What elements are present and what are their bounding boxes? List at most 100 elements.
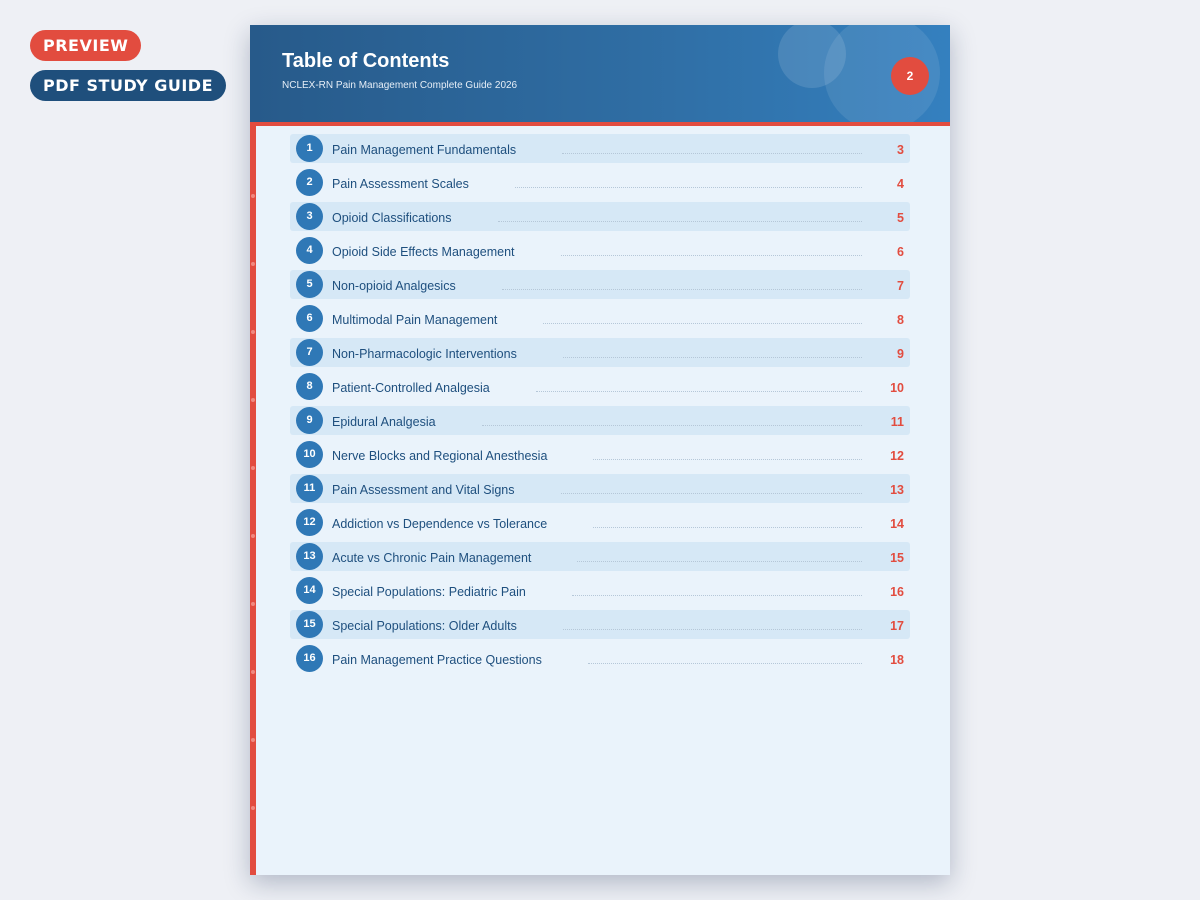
- toc-entry[interactable]: 9 Epidural Analgesia 11: [290, 406, 910, 435]
- toc-dot-leader: [482, 425, 862, 426]
- rail-dot: [251, 602, 255, 606]
- toc-entry-number: 2: [296, 169, 323, 196]
- toc-dot-leader: [502, 289, 862, 290]
- toc-entry[interactable]: 2 Pain Assessment Scales 4: [290, 168, 910, 197]
- preview-badge: PREVIEW: [30, 30, 142, 61]
- page-subtitle: NCLEX-RN Pain Management Complete Guide …: [282, 80, 518, 91]
- rail-dot: [251, 398, 255, 402]
- toc-dot-leader: [543, 323, 862, 324]
- toc-entry-page: 18: [890, 653, 904, 667]
- toc-entry[interactable]: 16 Pain Management Practice Questions 18: [290, 644, 910, 673]
- toc-entry-page: 5: [897, 211, 904, 225]
- toc-entry[interactable]: 8 Patient-Controlled Analgesia 10: [290, 372, 910, 401]
- toc-dot-leader: [593, 527, 862, 528]
- toc-entry-title: Pain Assessment Scales: [332, 177, 469, 191]
- toc-entry-page: 7: [897, 279, 904, 293]
- toc-entry[interactable]: 1 Pain Management Fundamentals 3: [290, 134, 910, 163]
- toc-dot-leader: [561, 493, 862, 494]
- page-number-badge: 2: [891, 57, 929, 95]
- toc-list: 1 Pain Management Fundamentals 3 2 Pain Asse…: [290, 134, 910, 678]
- toc-entry-page: 6: [897, 245, 904, 259]
- toc-entry-title: Special Populations: Older Adults: [332, 619, 517, 633]
- toc-entry-page: 9: [897, 347, 904, 361]
- toc-entry-number: 1: [296, 135, 323, 162]
- toc-entry-number: 9: [296, 407, 323, 434]
- toc-entry-title: Pain Assessment and Vital Signs: [332, 483, 515, 497]
- toc-entry-page: 14: [890, 517, 904, 531]
- rail-dot: [251, 806, 255, 810]
- toc-entry[interactable]: 4 Opioid Side Effects Management 6: [290, 236, 910, 265]
- toc-entry-number: 12: [296, 509, 323, 536]
- toc-entry-page: 8: [897, 313, 904, 327]
- toc-entry-number: 8: [296, 373, 323, 400]
- toc-entry-title: Multimodal Pain Management: [332, 313, 498, 327]
- toc-entry-title: Pain Management Practice Questions: [332, 653, 542, 667]
- toc-dot-leader: [562, 153, 862, 154]
- toc-dot-leader: [563, 629, 862, 630]
- page-header: Table of Contents NCLEX-RN Pain Manageme…: [250, 25, 950, 122]
- toc-entry-title: Patient-Controlled Analgesia: [332, 381, 490, 395]
- toc-entry-title: Acute vs Chronic Pain Management: [332, 551, 532, 565]
- toc-entry-page: 16: [890, 585, 904, 599]
- toc-entry[interactable]: 10 Nerve Blocks and Regional Anesthesia 12: [290, 440, 910, 469]
- toc-entry[interactable]: 3 Opioid Classifications 5: [290, 202, 910, 231]
- header-divider: [250, 122, 950, 126]
- rail-dot: [251, 738, 255, 742]
- toc-entry[interactable]: 11 Pain Assessment and Vital Signs 13: [290, 474, 910, 503]
- toc-dot-leader: [536, 391, 862, 392]
- rail-dot: [251, 262, 255, 266]
- toc-entry-page: 15: [890, 551, 904, 565]
- toc-entry-number: 15: [296, 611, 323, 638]
- rail-dot: [251, 330, 255, 334]
- toc-entry-number: 11: [296, 475, 323, 502]
- toc-entry-title: Nerve Blocks and Regional Anesthesia: [332, 449, 548, 463]
- pdf-study-guide-badge: PDF STUDY GUIDE: [30, 70, 226, 101]
- toc-entry[interactable]: 6 Multimodal Pain Management 8: [290, 304, 910, 333]
- toc-dot-leader: [563, 357, 862, 358]
- toc-entry-title: Opioid Classifications: [332, 211, 452, 225]
- toc-entry-number: 7: [296, 339, 323, 366]
- toc-entry-page: 3: [897, 143, 904, 157]
- toc-entry-number: 4: [296, 237, 323, 264]
- toc-entry-number: 16: [296, 645, 323, 672]
- toc-dot-leader: [561, 255, 862, 256]
- toc-dot-leader: [498, 221, 862, 222]
- toc-entry[interactable]: 13 Acute vs Chronic Pain Management 15: [290, 542, 910, 571]
- toc-entry-title: Opioid Side Effects Management: [332, 245, 515, 259]
- toc-entry-page: 10: [890, 381, 904, 395]
- toc-entry-page: 17: [890, 619, 904, 633]
- toc-entry-page: 11: [890, 415, 904, 429]
- toc-entry-number: 10: [296, 441, 323, 468]
- toc-entry-number: 3: [296, 203, 323, 230]
- toc-dot-leader: [593, 459, 862, 460]
- toc-entry-title: Epidural Analgesia: [332, 415, 436, 429]
- toc-entry-title: Addiction vs Dependence vs Tolerance: [332, 517, 548, 531]
- toc-entry-number: 5: [296, 271, 323, 298]
- toc-entry-title: Non-opioid Analgesics: [332, 279, 456, 293]
- toc-entry-title: Special Populations: Pediatric Pain: [332, 585, 526, 599]
- toc-entry[interactable]: 7 Non-Pharmacologic Interventions 9: [290, 338, 910, 367]
- toc-entry-page: 4: [897, 177, 904, 191]
- page-title: Table of Contents: [282, 50, 450, 72]
- toc-entry-title: Non-Pharmacologic Interventions: [332, 347, 517, 361]
- toc-entry[interactable]: 15 Special Populations: Older Adults 17: [290, 610, 910, 639]
- rail-dot: [251, 534, 255, 538]
- toc-dot-leader: [515, 187, 862, 188]
- toc-entry-number: 14: [296, 577, 323, 604]
- toc-entry-title: Pain Management Fundamentals: [332, 143, 517, 157]
- toc-dot-leader: [572, 595, 862, 596]
- toc-entry-number: 13: [296, 543, 323, 570]
- rail-dot: [251, 670, 255, 674]
- rail-dot: [251, 466, 255, 470]
- toc-entry[interactable]: 5 Non-opioid Analgesics 7: [290, 270, 910, 299]
- toc-dot-leader: [588, 663, 862, 664]
- toc-entry[interactable]: 12 Addiction vs Dependence vs Tolerance 14: [290, 508, 910, 537]
- toc-entry-number: 6: [296, 305, 323, 332]
- rail-dot: [251, 194, 255, 198]
- toc-dot-leader: [577, 561, 862, 562]
- toc-entry[interactable]: 14 Special Populations: Pediatric Pain 16: [290, 576, 910, 605]
- document-page: Table of Contents NCLEX-RN Pain Manageme…: [250, 25, 950, 875]
- toc-entry-page: 13: [890, 483, 904, 497]
- toc-entry-page: 12: [890, 449, 904, 463]
- left-accent-rail: [250, 122, 256, 875]
